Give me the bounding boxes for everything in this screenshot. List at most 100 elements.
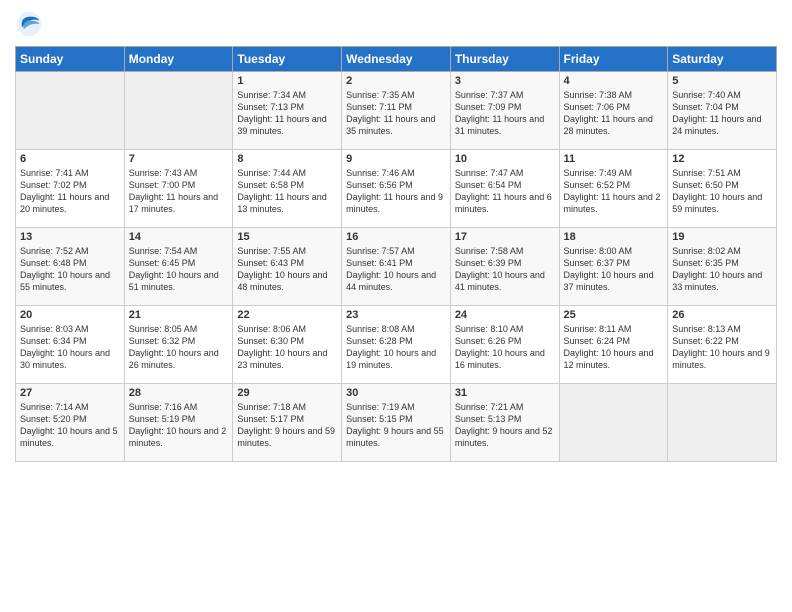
day-info: Sunrise: 8:06 AMSunset: 6:30 PMDaylight:… [237, 323, 337, 372]
day-info: Sunrise: 7:51 AMSunset: 6:50 PMDaylight:… [672, 167, 772, 216]
day-info: Sunrise: 7:40 AMSunset: 7:04 PMDaylight:… [672, 89, 772, 138]
weekday-header-thursday: Thursday [450, 47, 559, 72]
day-number: 17 [455, 231, 555, 243]
calendar-cell: 19Sunrise: 8:02 AMSunset: 6:35 PMDayligh… [668, 228, 777, 306]
calendar-cell: 1 Sunrise: 7:34 AMSunset: 7:13 PMDaylight… [233, 72, 342, 150]
day-info: Sunrise: 7:41 AMSunset: 7:02 PMDaylight:… [20, 167, 120, 216]
day-number: 16 [346, 231, 446, 243]
calendar-cell: 26Sunrise: 8:13 AMSunset: 6:22 PMDayligh… [668, 306, 777, 384]
calendar-cell: 31 Sunrise: 7:21 AMSunset: 5:13 PMDayligh… [450, 384, 559, 462]
calendar-cell: 29 Sunrise: 7:18 AMSunset: 5:17 PMDayligh… [233, 384, 342, 462]
calendar-cell: 9 Sunrise: 7:46 AMSunset: 6:56 PMDaylight… [342, 150, 451, 228]
day-info: Sunrise: 7:47 AMSunset: 6:54 PMDaylight:… [455, 167, 555, 216]
calendar-cell: 7 Sunrise: 7:43 AMSunset: 7:00 PMDaylight… [124, 150, 233, 228]
day-number: 20 [20, 309, 120, 321]
day-info: Sunrise: 7:57 AMSunset: 6:41 PMDaylight:… [346, 245, 446, 294]
week-row-1: 1 Sunrise: 7:34 AMSunset: 7:13 PMDaylight… [16, 72, 777, 150]
day-number: 2 [346, 75, 446, 87]
day-info: Sunrise: 7:55 AMSunset: 6:43 PMDaylight:… [237, 245, 337, 294]
day-info: Sunrise: 8:11 AMSunset: 6:24 PMDaylight:… [564, 323, 664, 372]
day-number: 12 [672, 153, 772, 165]
day-info: Sunrise: 8:02 AMSunset: 6:35 PMDaylight:… [672, 245, 772, 294]
week-row-2: 6 Sunrise: 7:41 AMSunset: 7:02 PMDaylight… [16, 150, 777, 228]
day-number: 4 [564, 75, 664, 87]
calendar-cell: 23 Sunrise: 8:08 AMSunset: 6:28 PMDayligh… [342, 306, 451, 384]
day-number: 9 [346, 153, 446, 165]
day-info: Sunrise: 7:34 AMSunset: 7:13 PMDaylight:… [237, 89, 337, 138]
calendar-cell: 4 Sunrise: 7:38 AMSunset: 7:06 PMDaylight… [559, 72, 668, 150]
calendar-cell: 2 Sunrise: 7:35 AMSunset: 7:11 PMDaylight… [342, 72, 451, 150]
calendar-cell: 20 Sunrise: 8:03 AMSunset: 6:34 PMDayligh… [16, 306, 125, 384]
day-info: Sunrise: 7:54 AMSunset: 6:45 PMDaylight:… [129, 245, 229, 294]
day-info: Sunrise: 7:35 AMSunset: 7:11 PMDaylight:… [346, 89, 446, 138]
calendar-page: SundayMondayTuesdayWednesdayThursdayFrid… [0, 0, 792, 612]
week-row-4: 20 Sunrise: 8:03 AMSunset: 6:34 PMDayligh… [16, 306, 777, 384]
day-info: Sunrise: 8:03 AMSunset: 6:34 PMDaylight:… [20, 323, 120, 372]
day-info: Sunrise: 7:46 AMSunset: 6:56 PMDaylight:… [346, 167, 446, 216]
day-info: Sunrise: 7:18 AMSunset: 5:17 PMDaylight:… [237, 401, 337, 450]
day-number: 18 [564, 231, 664, 243]
calendar-cell: 6 Sunrise: 7:41 AMSunset: 7:02 PMDaylight… [16, 150, 125, 228]
weekday-header-saturday: Saturday [668, 47, 777, 72]
day-number: 29 [237, 387, 337, 399]
calendar-cell [559, 384, 668, 462]
day-info: Sunrise: 7:49 AMSunset: 6:52 PMDaylight:… [564, 167, 664, 216]
calendar-cell: 27Sunrise: 7:14 AMSunset: 5:20 PMDayligh… [16, 384, 125, 462]
day-info: Sunrise: 7:37 AMSunset: 7:09 PMDaylight:… [455, 89, 555, 138]
logo-icon [15, 10, 43, 38]
calendar-cell: 13 Sunrise: 7:52 AMSunset: 6:48 PMDayligh… [16, 228, 125, 306]
calendar-table: SundayMondayTuesdayWednesdayThursdayFrid… [15, 46, 777, 462]
calendar-cell: 17 Sunrise: 7:58 AMSunset: 6:39 PMDayligh… [450, 228, 559, 306]
day-info: Sunrise: 7:58 AMSunset: 6:39 PMDaylight:… [455, 245, 555, 294]
day-number: 6 [20, 153, 120, 165]
day-info: Sunrise: 8:10 AMSunset: 6:26 PMDaylight:… [455, 323, 555, 372]
calendar-cell: 24 Sunrise: 8:10 AMSunset: 6:26 PMDayligh… [450, 306, 559, 384]
day-info: Sunrise: 7:44 AMSunset: 6:58 PMDaylight:… [237, 167, 337, 216]
day-number: 14 [129, 231, 229, 243]
calendar-cell: 8 Sunrise: 7:44 AMSunset: 6:58 PMDaylight… [233, 150, 342, 228]
calendar-cell: 15Sunrise: 7:55 AMSunset: 6:43 PMDayligh… [233, 228, 342, 306]
day-number: 13 [20, 231, 120, 243]
day-number: 27 [20, 387, 120, 399]
calendar-cell: 28 Sunrise: 7:16 AMSunset: 5:19 PMDayligh… [124, 384, 233, 462]
week-row-5: 27Sunrise: 7:14 AMSunset: 5:20 PMDayligh… [16, 384, 777, 462]
calendar-cell: 3 Sunrise: 7:37 AMSunset: 7:09 PMDaylight… [450, 72, 559, 150]
day-number: 1 [237, 75, 337, 87]
day-info: Sunrise: 7:19 AMSunset: 5:15 PMDaylight:… [346, 401, 446, 450]
weekday-header-tuesday: Tuesday [233, 47, 342, 72]
calendar-cell: 5 Sunrise: 7:40 AMSunset: 7:04 PMDaylight… [668, 72, 777, 150]
weekday-header-sunday: Sunday [16, 47, 125, 72]
day-number: 30 [346, 387, 446, 399]
day-number: 11 [564, 153, 664, 165]
day-info: Sunrise: 7:43 AMSunset: 7:00 PMDaylight:… [129, 167, 229, 216]
day-number: 3 [455, 75, 555, 87]
day-info: Sunrise: 8:08 AMSunset: 6:28 PMDaylight:… [346, 323, 446, 372]
day-number: 25 [564, 309, 664, 321]
calendar-cell: 16 Sunrise: 7:57 AMSunset: 6:41 PMDayligh… [342, 228, 451, 306]
calendar-cell: 14 Sunrise: 7:54 AMSunset: 6:45 PMDayligh… [124, 228, 233, 306]
day-info: Sunrise: 8:05 AMSunset: 6:32 PMDaylight:… [129, 323, 229, 372]
day-number: 28 [129, 387, 229, 399]
calendar-cell: 10 Sunrise: 7:47 AMSunset: 6:54 PMDayligh… [450, 150, 559, 228]
calendar-cell: 30 Sunrise: 7:19 AMSunset: 5:15 PMDayligh… [342, 384, 451, 462]
day-number: 7 [129, 153, 229, 165]
calendar-cell: 22Sunrise: 8:06 AMSunset: 6:30 PMDayligh… [233, 306, 342, 384]
day-number: 24 [455, 309, 555, 321]
day-info: Sunrise: 7:16 AMSunset: 5:19 PMDaylight:… [129, 401, 229, 450]
calendar-cell: 12 Sunrise: 7:51 AMSunset: 6:50 PMDayligh… [668, 150, 777, 228]
day-number: 10 [455, 153, 555, 165]
day-info: Sunrise: 7:52 AMSunset: 6:48 PMDaylight:… [20, 245, 120, 294]
day-info: Sunrise: 7:21 AMSunset: 5:13 PMDaylight:… [455, 401, 555, 450]
day-info: Sunrise: 7:38 AMSunset: 7:06 PMDaylight:… [564, 89, 664, 138]
week-row-3: 13 Sunrise: 7:52 AMSunset: 6:48 PMDayligh… [16, 228, 777, 306]
day-number: 5 [672, 75, 772, 87]
weekday-header-row: SundayMondayTuesdayWednesdayThursdayFrid… [16, 47, 777, 72]
weekday-header-monday: Monday [124, 47, 233, 72]
calendar-cell: 11 Sunrise: 7:49 AMSunset: 6:52 PMDayligh… [559, 150, 668, 228]
day-number: 21 [129, 309, 229, 321]
day-number: 23 [346, 309, 446, 321]
weekday-header-wednesday: Wednesday [342, 47, 451, 72]
day-number: 31 [455, 387, 555, 399]
day-number: 8 [237, 153, 337, 165]
day-info: Sunrise: 8:00 AMSunset: 6:37 PMDaylight:… [564, 245, 664, 294]
